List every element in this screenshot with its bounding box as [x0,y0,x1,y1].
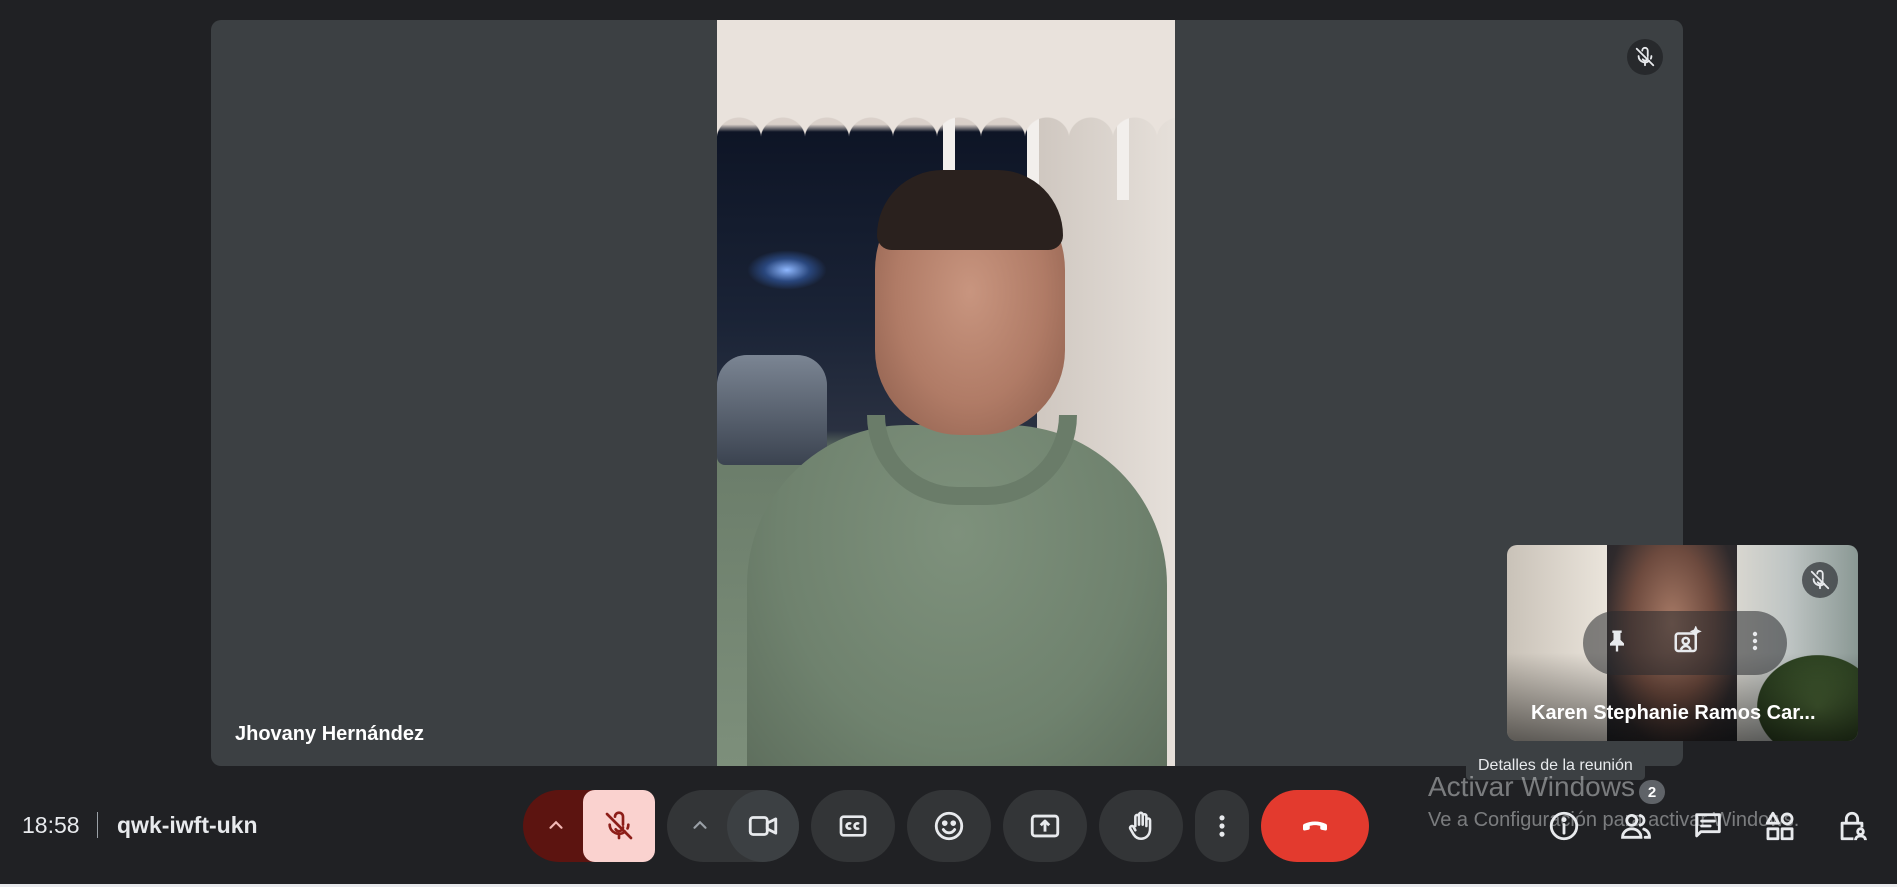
self-name: Karen Stephanie Ramos Car... [1531,702,1816,724]
meeting-details-tooltip: Detalles de la reunión [1466,751,1645,780]
reactions-button[interactable] [907,790,991,862]
more-options-button[interactable] [1195,790,1249,862]
video-awning [717,20,1175,140]
raise-hand-button[interactable] [1099,790,1183,862]
self-tile-hover-controls [1583,611,1787,675]
more-options-icon[interactable] [1743,627,1767,660]
people-icon [1621,813,1651,839]
host-controls-button[interactable] [1828,800,1876,852]
present-screen-icon [1030,814,1060,838]
people-button[interactable] [1612,800,1660,852]
video-light [747,250,827,290]
emoji-icon [934,811,964,841]
footer-divider [97,812,98,838]
call-end-icon [1303,821,1327,831]
video-car [717,355,827,465]
camera-options-chevron-icon[interactable] [689,814,711,841]
present-screen-button[interactable] [1003,790,1087,862]
meeting-code: qwk-iwft-ukn [117,812,258,838]
participant-name: Jhovany Hernández [235,723,424,745]
mic-control-group [523,790,655,862]
main-participant-tile[interactable]: Jhovany Hernández [211,20,1683,766]
chat-button[interactable] [1684,800,1732,852]
camera-control-group [667,790,799,862]
meeting-details-button[interactable] [1540,800,1588,852]
mic-off-icon [1627,39,1663,75]
camera-toggle-button[interactable] [727,790,799,862]
end-call-button[interactable] [1261,790,1369,862]
closed-caption-icon [839,815,867,837]
meeting-clock: 18:58 [22,812,80,838]
videocam-icon [748,816,778,836]
activities-button[interactable] [1756,800,1804,852]
mic-off-icon [605,811,633,840]
hand-icon [1128,811,1152,841]
mic-options-chevron-icon[interactable] [545,814,567,841]
lock-person-icon [1840,811,1867,841]
self-view-tile[interactable]: Karen Stephanie Ramos Car... [1507,545,1858,741]
captions-button[interactable] [811,790,895,862]
participant-hair [877,170,1063,250]
chat-icon [1695,813,1721,838]
mic-off-icon [1802,562,1838,598]
more-vert-icon [1219,815,1225,837]
visual-effects-icon[interactable] [1672,624,1702,661]
people-count-badge: 2 [1639,780,1665,804]
activities-icon [1765,811,1794,841]
info-icon [1549,811,1579,841]
participant-video [717,20,1175,766]
pin-icon[interactable] [1603,627,1631,660]
mic-toggle-button[interactable] [583,790,655,862]
